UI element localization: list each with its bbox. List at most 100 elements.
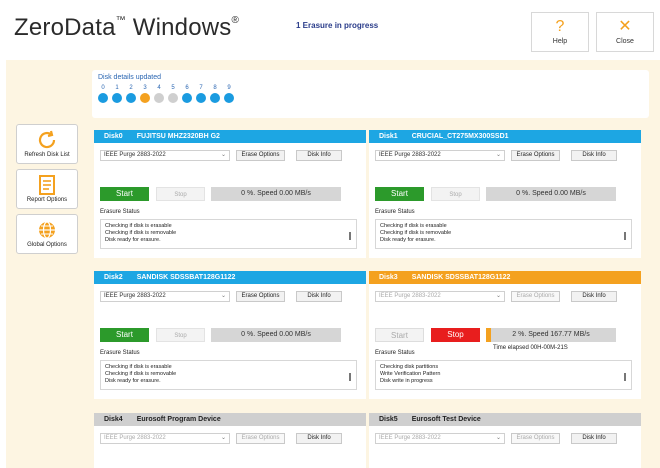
disk-status-number: 0 bbox=[101, 85, 105, 91]
erase-method-select[interactable]: IEEE Purge 2883-2022 ⌄ bbox=[375, 150, 505, 161]
disk-info-button[interactable]: Disk Info bbox=[296, 150, 342, 161]
progress-text: 2 %. Speed 167.77 MB/s bbox=[512, 331, 590, 338]
start-button: Start bbox=[375, 328, 424, 342]
erasure-status-label: Erasure Status bbox=[375, 209, 415, 215]
disk-details-strip: Disk details updated 0 1 2 3 4 5 6 7 8 9 bbox=[92, 70, 649, 118]
log-line: Checking if disk is erasable bbox=[105, 364, 172, 370]
disk-status-dot: 9 bbox=[224, 84, 234, 103]
erase-method-select: IEEE Purge 2883-2022 ⌄ bbox=[100, 433, 230, 444]
disk-controls-row: IEEE Purge 2883-2022 ⌄ Erase Options Disk I… bbox=[375, 150, 635, 162]
disk-info-button[interactable]: Disk Info bbox=[296, 433, 342, 444]
erase-options-button: Erase Options bbox=[511, 433, 560, 444]
app-header: ZeroData™ Windows® 1 Erasure in progress… bbox=[0, 0, 660, 54]
disk-controls-row: IEEE Purge 2883-2022 ⌄ Erase Options Disk I… bbox=[100, 150, 360, 162]
disk-id: Disk4 bbox=[104, 416, 123, 423]
disk-info-button[interactable]: Disk Info bbox=[571, 291, 617, 302]
time-elapsed: Time elapsed 00H-00M-21S bbox=[493, 345, 568, 351]
disk-status-number: 2 bbox=[129, 85, 133, 91]
disk-model: SANDISK SDSSBAT128G1122 bbox=[136, 274, 236, 281]
help-button[interactable]: ? Help bbox=[531, 12, 589, 52]
progress-text: 0 %. Speed 0.00 MB/s bbox=[241, 190, 311, 197]
disk-status-indicator bbox=[154, 93, 164, 103]
disk-status-dot: 8 bbox=[210, 84, 220, 103]
disk-controls-row: IEEE Purge 2883-2022 ⌄ Erase Options Disk I… bbox=[100, 433, 360, 445]
log-line: Write Verification Pattern bbox=[380, 371, 441, 377]
disk-controls-row: IEEE Purge 2883-2022 ⌄ Erase Options Disk I… bbox=[375, 433, 635, 445]
start-button[interactable]: Start bbox=[100, 328, 149, 342]
log-scrollbar[interactable] bbox=[624, 373, 626, 381]
disk-panel: Disk4 Eurosoft Program Device IEEE Purge 2… bbox=[94, 413, 366, 468]
log-scrollbar[interactable] bbox=[349, 373, 351, 381]
disk-status-indicator bbox=[196, 93, 206, 103]
erasure-log: Checking disk partitions Write Verificati… bbox=[375, 360, 632, 390]
disk-panel: Disk5 Eurosoft Test Device IEEE Purge 2883… bbox=[369, 413, 641, 468]
log-line: Checking if disk is erasable bbox=[105, 223, 172, 229]
erase-options-button[interactable]: Erase Options bbox=[236, 150, 285, 161]
disk-panel-header: Disk3 SANDISK SDSSBAT128G1122 bbox=[369, 271, 641, 284]
log-line: Checking if disk is removable bbox=[105, 230, 177, 236]
help-icon: ? bbox=[555, 18, 565, 35]
disk-status-dot: 7 bbox=[196, 84, 206, 103]
erase-method-value: IEEE Purge 2883-2022 bbox=[104, 293, 166, 299]
erase-method-select[interactable]: IEEE Purge 2883-2022 ⌄ bbox=[100, 291, 230, 302]
erase-method-value: IEEE Purge 2883-2022 bbox=[104, 152, 166, 158]
disk-status-indicator bbox=[168, 93, 178, 103]
disk-action-row: Start Stop 0 %. Speed 0.00 MB/s bbox=[100, 328, 360, 342]
erasure-status-label: Erasure Status bbox=[100, 209, 140, 215]
erase-options-button[interactable]: Erase Options bbox=[511, 150, 560, 161]
disk-status-dot: 4 bbox=[154, 84, 164, 103]
disk-controls-row: IEEE Purge 2883-2022 ⌄ Erase Options Disk I… bbox=[375, 291, 635, 303]
log-line: Checking if disk is removable bbox=[380, 230, 452, 236]
disk-panel-header: Disk1 CRUCIAL_CT275MX300SSD1 bbox=[369, 130, 641, 143]
disk-info-button[interactable]: Disk Info bbox=[296, 291, 342, 302]
log-scrollbar[interactable] bbox=[349, 232, 351, 240]
log-scrollbar[interactable] bbox=[624, 232, 626, 240]
report-icon bbox=[17, 173, 77, 197]
erase-method-value: IEEE Purge 2883-2022 bbox=[379, 293, 441, 299]
disk-status-indicator bbox=[224, 93, 234, 103]
progress-bar: 0 %. Speed 0.00 MB/s bbox=[211, 328, 341, 342]
disk-info-button[interactable]: Disk Info bbox=[571, 150, 617, 161]
erase-options-button[interactable]: Erase Options bbox=[236, 291, 285, 302]
disk-status-number: 5 bbox=[171, 85, 175, 91]
disk-status-number: 7 bbox=[199, 85, 203, 91]
erasure-status-label: Erasure Status bbox=[375, 350, 415, 356]
disk-status-dot: 6 bbox=[182, 84, 192, 103]
close-icon: ✕ bbox=[618, 18, 632, 35]
disk-status-indicator bbox=[182, 93, 192, 103]
start-button[interactable]: Start bbox=[375, 187, 424, 201]
disk-status-indicator bbox=[210, 93, 220, 103]
disk-status-number: 3 bbox=[143, 85, 147, 91]
disk-model: CRUCIAL_CT275MX300SSD1 bbox=[411, 133, 509, 140]
disk-details-title: Disk details updated bbox=[98, 74, 162, 81]
report-options-button[interactable]: Report Options bbox=[16, 169, 78, 209]
erase-options-button: Erase Options bbox=[511, 291, 560, 302]
progress-bar: 2 %. Speed 167.77 MB/s bbox=[486, 328, 616, 342]
disk-panel-header: Disk0 FUJITSU MHZ2320BH G2 bbox=[94, 130, 366, 143]
disk-id: Disk0 bbox=[104, 133, 123, 140]
stop-button: Stop bbox=[156, 328, 205, 342]
global-options-button[interactable]: Global Options bbox=[16, 214, 78, 254]
disk-info-button[interactable]: Disk Info bbox=[571, 433, 617, 444]
main-content bbox=[6, 60, 660, 468]
close-button[interactable]: ✕ Close bbox=[596, 12, 654, 52]
refresh-disk-list-button[interactable]: Refresh Disk List bbox=[16, 124, 78, 164]
erase-method-value: IEEE Purge 2883-2022 bbox=[379, 152, 441, 158]
disk-status-number: 8 bbox=[213, 85, 217, 91]
disk-status-number: 6 bbox=[185, 85, 189, 91]
disk-status-number: 1 bbox=[115, 85, 119, 91]
progress-bar: 0 %. Speed 0.00 MB/s bbox=[486, 187, 616, 201]
disk-status-dot: 1 bbox=[112, 84, 122, 103]
progress-fill bbox=[486, 328, 492, 342]
disk-status-dot: 5 bbox=[168, 84, 178, 103]
erasure-log: Checking if disk is erasable Checking if … bbox=[100, 360, 357, 390]
chevron-down-icon: ⌄ bbox=[220, 152, 226, 158]
start-button[interactable]: Start bbox=[100, 187, 149, 201]
disk-panel: Disk1 CRUCIAL_CT275MX300SSD1 IEEE Purge 28… bbox=[369, 130, 641, 258]
stop-button[interactable]: Stop bbox=[431, 328, 480, 342]
erase-method-value: IEEE Purge 2883-2022 bbox=[104, 435, 166, 441]
erase-method-select[interactable]: IEEE Purge 2883-2022 ⌄ bbox=[100, 150, 230, 161]
disk-panel-header: Disk5 Eurosoft Test Device bbox=[369, 413, 641, 426]
disk-id: Disk3 bbox=[379, 274, 398, 281]
disk-status-number: 4 bbox=[157, 85, 161, 91]
